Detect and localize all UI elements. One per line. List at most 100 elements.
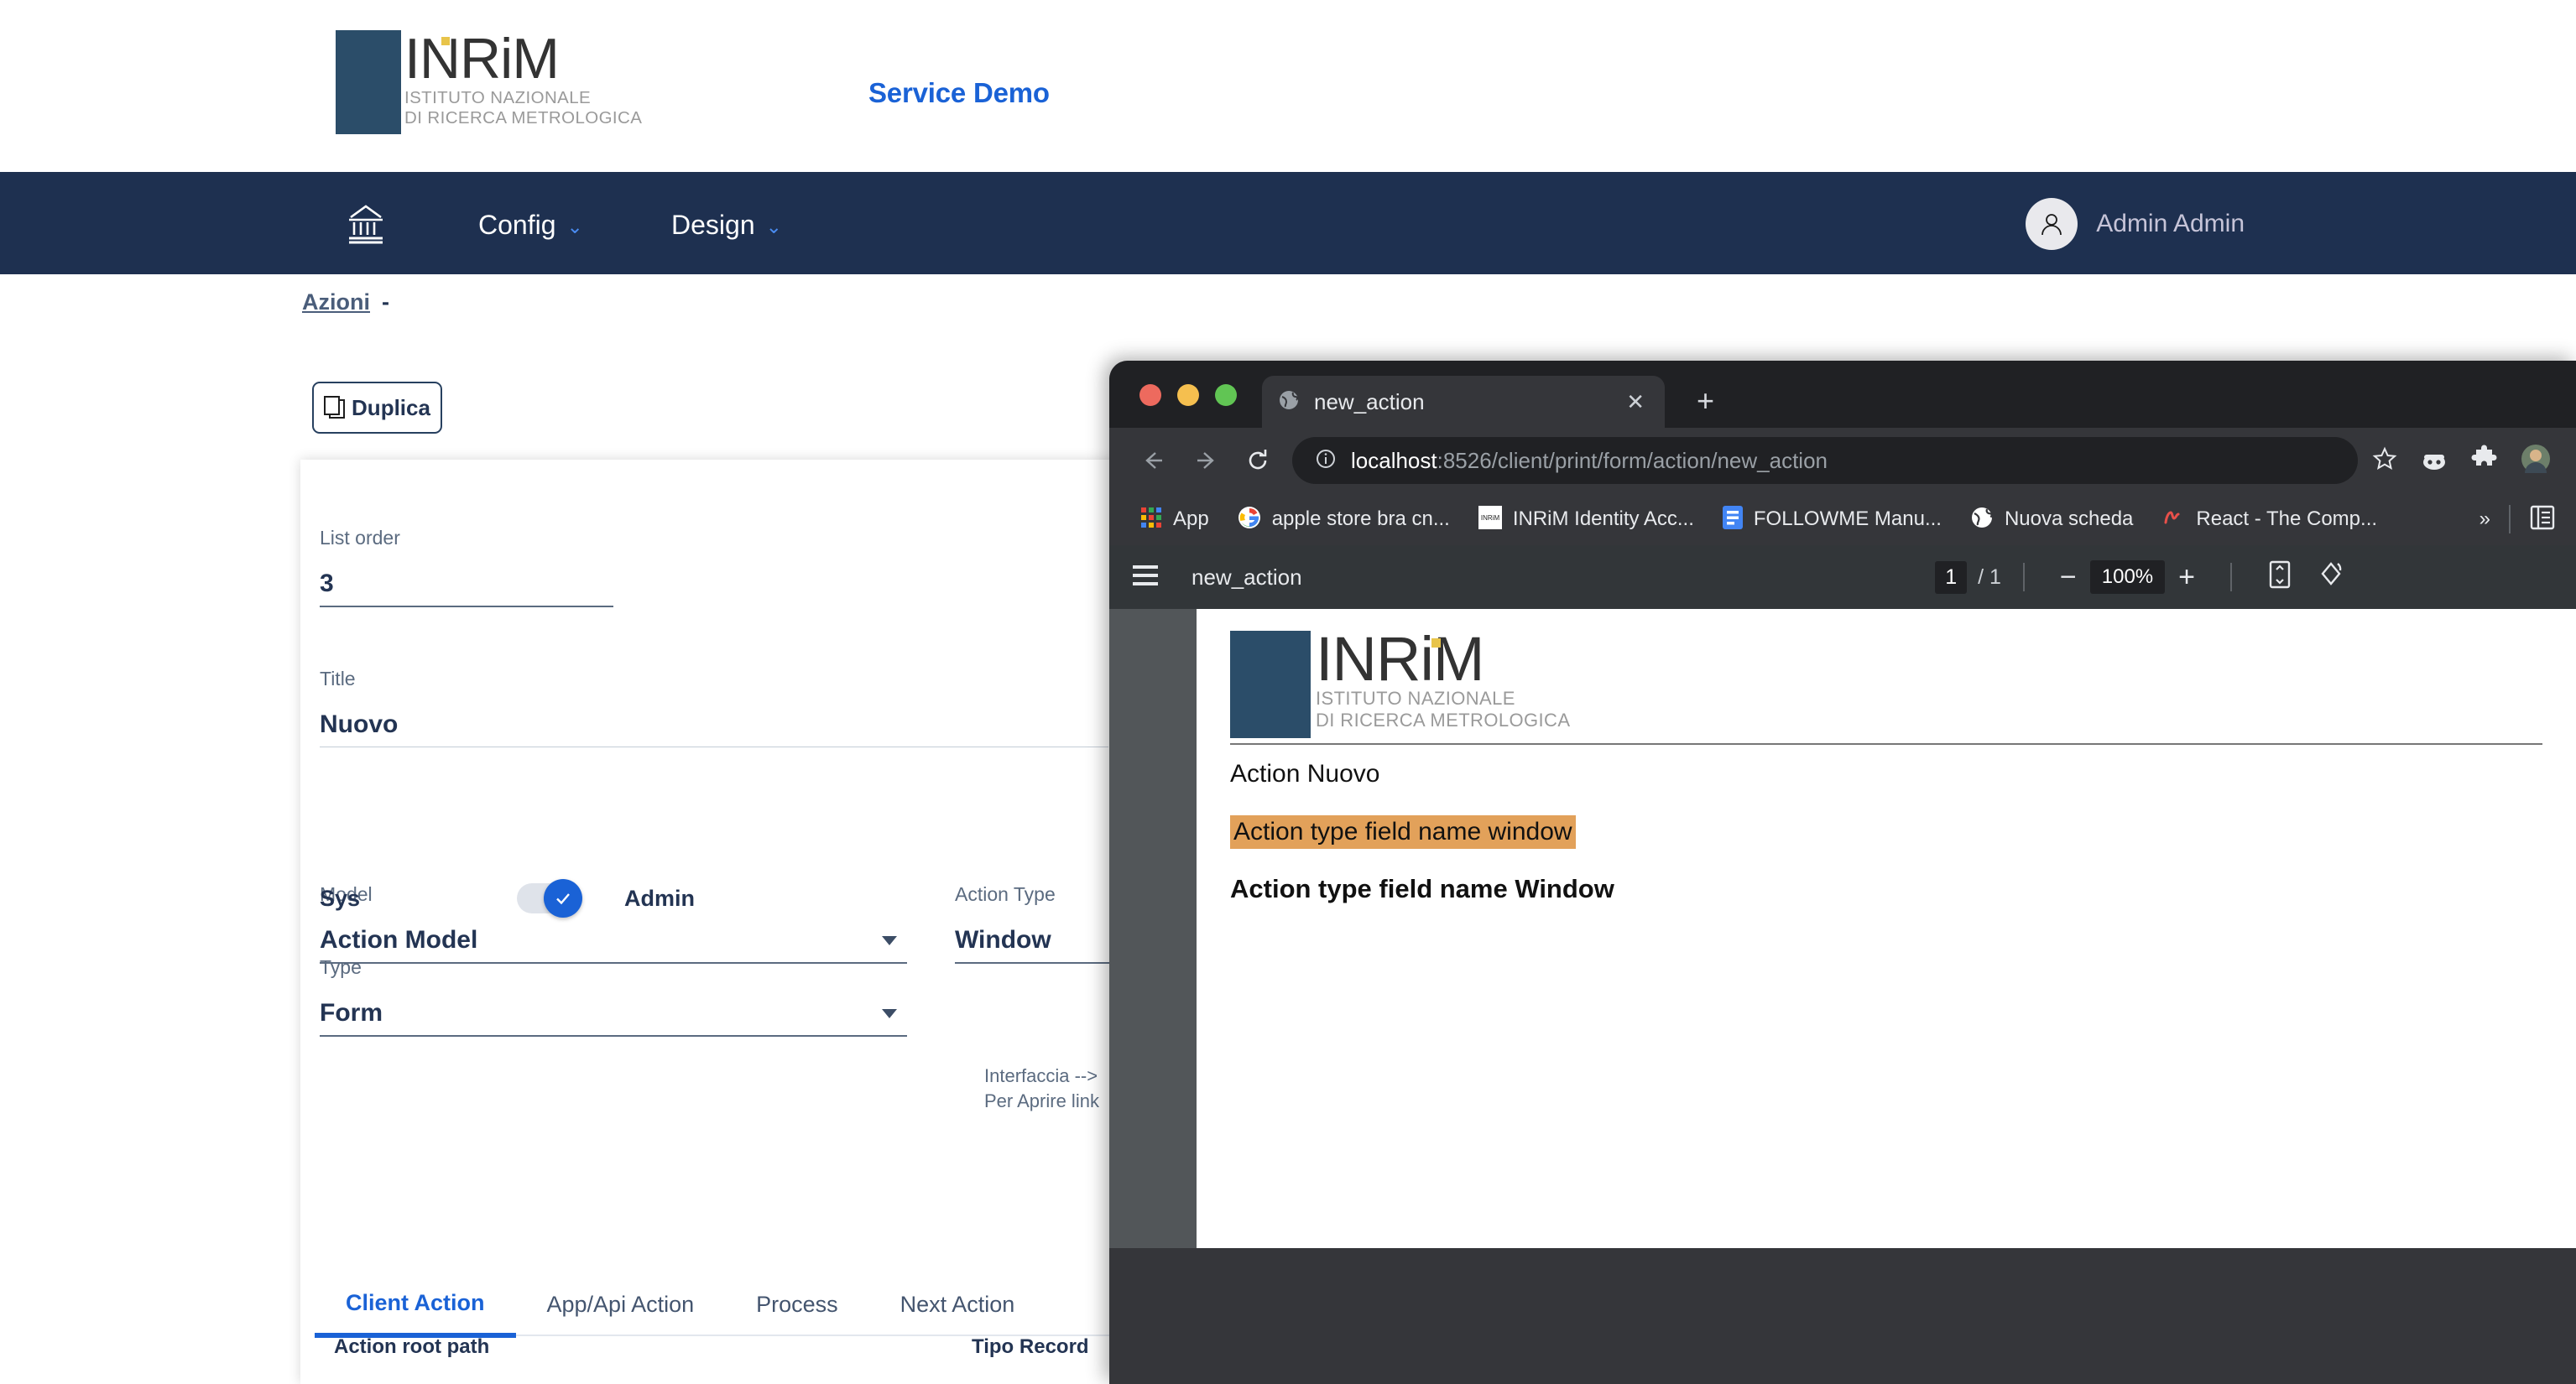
chevron-down-icon: ⌄ [567,217,583,237]
pdf-viewer-toolbar: new_action 1 / 1 − 100% + [1109,545,2576,609]
doc-blue-icon [1723,506,1743,533]
globe-icon [1970,506,1994,533]
toolbar-divider [2023,563,2025,591]
globe-icon [1277,388,1301,416]
bookmark-followme[interactable]: FOLLOWME Manu... [1708,506,1956,533]
tab-app-api-action[interactable]: App/Api Action [516,1292,726,1335]
bookmark-followme-label: FOLLOWME Manu... [1754,507,1942,531]
field-list-order: List order 3 [320,527,613,607]
interface-hint-text: Interfaccia --> Per Aprire link [984,1064,1099,1115]
pdf-logo-wordmark: INRiM [1316,631,1570,688]
close-tab-icon[interactable]: ✕ [1621,389,1650,415]
bank-icon[interactable] [342,202,389,246]
pdf-page-input[interactable]: 1 [1935,561,1967,594]
info-circle-icon[interactable] [1314,447,1338,475]
reading-list-icon[interactable] [2529,504,2556,535]
breadcrumb-separator: - [382,289,389,315]
action-form-card: List order 3 Title Nuovo Model Action Mo… [300,460,1139,1384]
bookmark-app[interactable]: App [1126,507,1223,533]
field-type-value: Form [320,999,383,1028]
pdf-line-bold: Action type field name Window [1230,874,2542,904]
tab-process[interactable]: Process [725,1292,869,1335]
field-title-label: Title [320,668,1108,690]
logo-subtitle: ISTITUTO NAZIONALE DI RICERCA METROLOGIC… [404,88,642,128]
field-type-select[interactable]: Form [320,999,907,1028]
field-list-order-value[interactable]: 3 [320,570,613,598]
field-title-value[interactable]: Nuovo [320,710,1108,739]
bookmark-nuova-scheda-label: Nuova scheda [2005,507,2133,531]
new-tab-button[interactable]: + [1697,386,1714,416]
bookmark-inrim-identity[interactable]: INRiM INRiM Identity Acc... [1464,506,1708,533]
nav-item-design-label: Design [671,210,755,241]
address-bar-text: localhost:8526/client/print/form/action/… [1351,448,1828,474]
bookmark-app-label: App [1173,507,1209,531]
field-type-underline [320,1035,907,1037]
field-list-order-underline [320,606,613,607]
logo-block-icon [336,30,401,134]
zoom-level-value[interactable]: 100% [2090,560,2165,594]
bookmarks-bar: App apple store bra cn... INRiM INRiM Id… [1109,493,2576,545]
pdf-inrim-logo: INRiM ISTITUTO NAZIONALE DI RICERCA METR… [1230,631,2542,738]
pdf-logo-subtitle: ISTITUTO NAZIONALE DI RICERCA METROLOGIC… [1316,688,1570,732]
inrim-logo: INRiM ISTITUTO NAZIONALE DI RICERCA METR… [336,30,642,134]
hamburger-icon[interactable] [1133,564,1161,591]
nav-item-design[interactable]: Design ⌄ [671,210,782,241]
pdf-page: INRiM ISTITUTO NAZIONALE DI RICERCA METR… [1197,609,2576,1248]
chevron-down-icon [882,1009,897,1018]
bookmark-apple-store[interactable]: apple store bra cn... [1223,506,1464,533]
pdf-logo-name: INRiM [1316,624,1484,694]
tab-next-action[interactable]: Next Action [869,1292,1046,1335]
browser-tab[interactable]: new_action ✕ [1262,376,1665,428]
zoom-in-button[interactable]: + [2165,563,2208,591]
field-model-select[interactable]: Action Model [320,926,907,955]
puzzle-extensions-icon[interactable] [2470,445,2499,477]
tab-client-action[interactable]: Client Action [315,1290,516,1338]
duplica-button-label: Duplica [352,395,430,421]
reload-icon[interactable] [1232,434,1284,486]
minimize-window-button[interactable] [1177,384,1199,406]
nav-item-config[interactable]: Config ⌄ [478,210,583,241]
field-model-value: Action Model [320,926,477,955]
sys-admin-toggle[interactable] [517,883,577,913]
admin-label: Admin [624,886,695,912]
pdf-line-action-nuovo: Action Nuovo [1230,760,2542,788]
close-window-button[interactable] [1139,384,1161,406]
bookmark-apple-store-label: apple store bra cn... [1272,507,1450,531]
omnibox-actions [2371,444,2558,478]
maximize-window-button[interactable] [1215,384,1237,406]
bookmarks-divider [2509,505,2511,533]
bookmarks-overflow-icon[interactable]: » [2480,507,2490,531]
bookmark-react[interactable]: React - The Comp... [2147,506,2391,533]
browser-toolbar: localhost:8526/client/print/form/action/… [1109,428,2576,493]
pdf-horizontal-rule [1230,743,2542,745]
breadcrumb: Azioni - [302,289,389,315]
profile-avatar-icon[interactable] [2521,444,2551,478]
nav-item-config-label: Config [478,210,556,241]
back-icon[interactable] [1128,434,1180,486]
toggle-knob-check-icon [544,879,582,918]
subheader-action-root-path: Action root path [334,1335,489,1359]
bookmark-nuova-scheda[interactable]: Nuova scheda [1956,506,2147,533]
logo-accent-dot-icon [441,37,450,45]
fit-page-icon[interactable] [2254,560,2306,594]
inrim-icon: INRiM [1478,506,1502,533]
browser-tabstrip: new_action ✕ + [1109,361,2576,428]
main-navbar: Config ⌄ Design ⌄ Admin Admin [0,172,2576,274]
extension-toolbar-icon[interactable] [2420,446,2448,476]
field-type-label: Type [320,956,907,979]
rotate-icon[interactable] [2306,560,2360,594]
user-menu[interactable]: Admin Admin [2026,198,2245,250]
zoom-out-button[interactable]: − [2047,563,2090,591]
star-icon[interactable] [2371,445,2398,476]
chevron-down-icon: ⌄ [766,217,782,237]
breadcrumb-item-azioni[interactable]: Azioni [302,289,370,315]
duplica-button[interactable]: Duplica [312,382,442,434]
chevron-down-icon [882,936,897,945]
bookmark-react-label: React - The Comp... [2196,507,2377,531]
forward-icon[interactable] [1180,434,1232,486]
user-name: Admin Admin [2096,210,2245,238]
field-title: Title Nuovo [320,668,1108,747]
address-bar[interactable]: localhost:8526/client/print/form/action/… [1292,437,2358,484]
pdf-line-highlighted: Action type field name window [1230,815,1576,849]
sys-admin-toggle-row: Sys Admin [320,883,840,913]
